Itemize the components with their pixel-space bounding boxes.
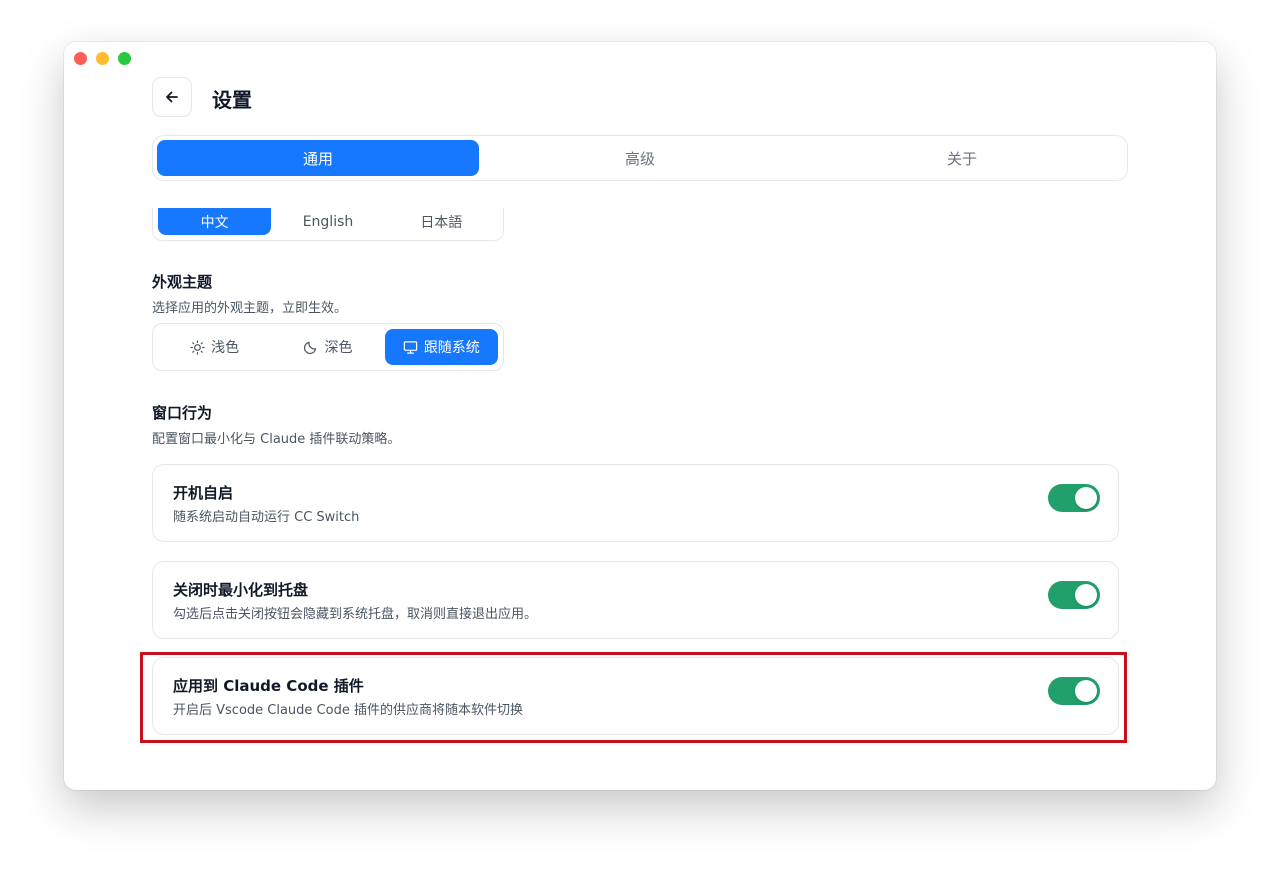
setting-description: 勾选后点击关闭按钮会隐藏到系统托盘，取消则直接退出应用。 <box>173 607 538 622</box>
close-window-button[interactable] <box>74 52 87 65</box>
tab-general[interactable]: 通用 <box>157 140 479 176</box>
page-title: 设置 <box>212 88 252 112</box>
setting-card-claude-code-plugin: 应用到 Claude Code 插件 开启后 Vscode Claude Cod… <box>152 657 1119 735</box>
theme-section-description: 选择应用的外观主题，立即生效。 <box>152 301 348 316</box>
theme-option-label: 深色 <box>324 340 353 356</box>
app-window: 设置 通用 高级 关于 中文 English 日本語 外观主题 选择应用的外观主… <box>64 42 1216 790</box>
setting-description: 开启后 Vscode Claude Code 插件的供应商将随本软件切换 <box>173 703 523 718</box>
theme-option-dark[interactable]: 深色 <box>271 329 384 365</box>
theme-option-system[interactable]: 跟随系统 <box>384 329 498 365</box>
monitor-icon <box>403 340 418 354</box>
sun-icon <box>190 339 205 355</box>
setting-title: 开机自启 <box>173 484 234 502</box>
window-section-title: 窗口行为 <box>152 404 213 422</box>
theme-option-label: 跟随系统 <box>423 340 480 356</box>
window-section-description: 配置窗口最小化与 Claude 插件联动策略。 <box>152 432 401 447</box>
minimize-to-tray-toggle[interactable] <box>1048 581 1100 609</box>
minimize-window-button[interactable] <box>96 52 109 65</box>
window-controls <box>74 52 131 65</box>
theme-option-light[interactable]: 浅色 <box>158 329 271 365</box>
setting-card-autostart: 开机自启 随系统启动自动运行 CC Switch <box>152 464 1119 542</box>
moon-icon <box>304 341 317 354</box>
arrow-left-icon <box>166 91 178 103</box>
setting-title: 应用到 Claude Code 插件 <box>173 677 364 695</box>
settings-tabs: 通用 高级 关于 <box>152 135 1128 181</box>
theme-option-label: 浅色 <box>211 340 240 356</box>
language-option-en[interactable]: English <box>271 208 384 235</box>
theme-section-title: 外观主题 <box>152 273 213 291</box>
zoom-window-button[interactable] <box>118 52 131 65</box>
language-option-zh[interactable]: 中文 <box>158 208 272 235</box>
setting-title: 关闭时最小化到托盘 <box>173 581 309 599</box>
language-selector: 中文 English 日本語 <box>152 208 504 241</box>
tab-advanced[interactable]: 高级 <box>479 140 801 176</box>
autostart-toggle[interactable] <box>1048 484 1100 512</box>
setting-card-minimize-to-tray: 关闭时最小化到托盘 勾选后点击关闭按钮会隐藏到系统托盘，取消则直接退出应用。 <box>152 561 1119 639</box>
setting-description: 随系统启动自动运行 CC Switch <box>173 510 360 525</box>
language-option-ja[interactable]: 日本語 <box>385 208 498 235</box>
tab-about[interactable]: 关于 <box>801 140 1123 176</box>
back-button[interactable] <box>152 77 192 117</box>
claude-code-plugin-toggle[interactable] <box>1048 677 1100 705</box>
theme-selector: 浅色 深色 跟随系统 <box>152 323 504 371</box>
